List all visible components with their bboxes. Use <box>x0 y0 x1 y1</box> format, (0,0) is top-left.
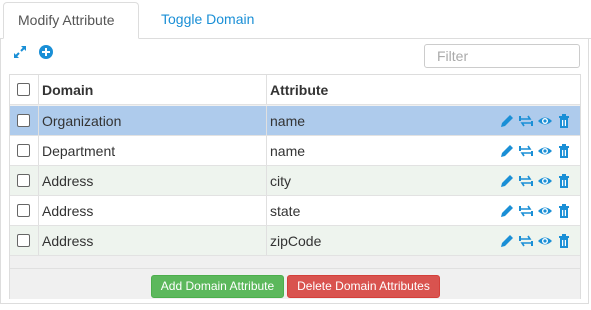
domain-cell: Organization <box>38 106 266 135</box>
row-checkbox[interactable] <box>17 204 30 217</box>
attribute-grid: Domain Attribute Organization name Depar… <box>9 74 581 299</box>
row-checkbox[interactable] <box>17 144 30 157</box>
plus-circle-icon[interactable] <box>38 44 54 60</box>
domain-cell: Address <box>38 226 266 255</box>
row-actions <box>499 113 572 129</box>
swap-icon[interactable] <box>518 233 534 249</box>
table-row[interactable]: Department name <box>10 136 580 166</box>
tab-modify-attribute[interactable]: Modify Attribute <box>3 2 139 39</box>
expand-icon[interactable] <box>12 44 28 60</box>
table-row[interactable]: Address zipCode <box>10 226 580 256</box>
trash-icon[interactable] <box>556 113 572 129</box>
table-row[interactable]: Organization name <box>10 106 580 136</box>
add-domain-attribute-button[interactable]: Add Domain Attribute <box>151 275 284 298</box>
row-actions <box>499 173 572 189</box>
swap-icon[interactable] <box>518 203 534 219</box>
pencil-icon[interactable] <box>499 143 515 159</box>
trash-icon[interactable] <box>556 233 572 249</box>
eye-icon[interactable] <box>537 143 553 159</box>
row-actions <box>499 143 572 159</box>
pencil-icon[interactable] <box>499 233 515 249</box>
pencil-icon[interactable] <box>499 203 515 219</box>
swap-icon[interactable] <box>518 113 534 129</box>
row-actions <box>499 233 572 249</box>
row-checkbox[interactable] <box>17 234 30 247</box>
eye-icon[interactable] <box>537 173 553 189</box>
table-row[interactable]: Address city <box>10 166 580 196</box>
domain-cell: Address <box>38 196 266 225</box>
delete-domain-attributes-button[interactable]: Delete Domain Attributes <box>287 275 440 298</box>
eye-icon[interactable] <box>537 203 553 219</box>
domain-cell: Address <box>38 166 266 195</box>
tab-bar: Modify Attribute Toggle Domain <box>0 0 591 39</box>
table-row[interactable]: Address state <box>10 196 580 226</box>
select-all-checkbox[interactable] <box>17 83 30 96</box>
header-domain[interactable]: Domain <box>38 75 266 104</box>
swap-icon[interactable] <box>518 143 534 159</box>
tab-toggle-domain[interactable]: Toggle Domain <box>147 2 268 37</box>
row-checkbox[interactable] <box>17 174 30 187</box>
domain-cell: Department <box>38 136 266 165</box>
swap-icon[interactable] <box>518 173 534 189</box>
row-checkbox[interactable] <box>17 114 30 127</box>
grid-header: Domain Attribute <box>10 75 580 105</box>
trash-icon[interactable] <box>556 203 572 219</box>
pencil-icon[interactable] <box>499 113 515 129</box>
eye-icon[interactable] <box>537 113 553 129</box>
pencil-icon[interactable] <box>499 173 515 189</box>
eye-icon[interactable] <box>537 233 553 249</box>
trash-icon[interactable] <box>556 143 572 159</box>
header-attribute[interactable]: Attribute <box>266 75 580 104</box>
filter-input[interactable] <box>424 44 580 68</box>
row-actions <box>499 203 572 219</box>
trash-icon[interactable] <box>556 173 572 189</box>
